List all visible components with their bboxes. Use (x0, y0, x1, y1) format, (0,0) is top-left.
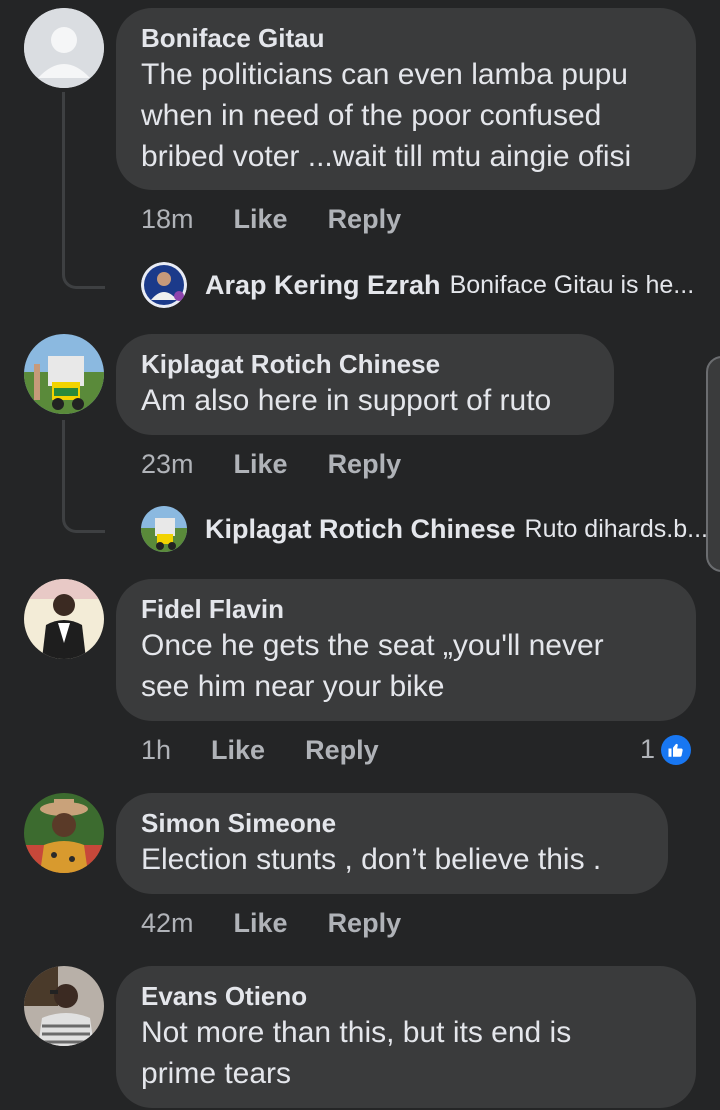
comment-bubble: Kiplagat Rotich Chinese Am also here in … (116, 334, 614, 435)
reply-preview[interactable]: Arap Kering Ezrah Boniface Gitau is he..… (141, 262, 694, 308)
like-button[interactable]: Like (234, 449, 288, 480)
comment-actions: 1h Like Reply (141, 735, 379, 766)
reply-snippet: Boniface Gitau is he... (449, 270, 695, 299)
scrollbar-handle[interactable] (706, 356, 720, 572)
comment-time[interactable]: 42m (141, 908, 194, 939)
comment-bubble: Boniface Gitau The politicians can even … (116, 8, 696, 190)
reply-button[interactable]: Reply (328, 908, 402, 939)
comment-text-line: Once he gets the seat „you'll never (141, 629, 604, 662)
comment-text-line: see him near your bike (141, 670, 445, 703)
avatar[interactable] (24, 8, 104, 88)
avatar (141, 506, 187, 552)
reply-preview[interactable]: Kiplagat Rotich Chinese Ruto dihards.b..… (141, 506, 708, 552)
comment-author[interactable]: Fidel Flavin (141, 593, 670, 625)
comment-time[interactable]: 1h (141, 735, 171, 766)
reply-button[interactable]: Reply (328, 204, 402, 235)
comment-time[interactable]: 18m (141, 204, 194, 235)
reaction-count-label: 1 (640, 734, 656, 764)
comment-author[interactable]: Boniface Gitau (141, 22, 670, 54)
like-button[interactable]: Like (234, 908, 288, 939)
avatar[interactable] (24, 334, 104, 414)
default-avatar-icon (24, 8, 104, 88)
comment-author[interactable]: Evans Otieno (141, 980, 670, 1012)
comment-text-line: Election stunts , don’t believe this . (141, 843, 602, 876)
reply-button[interactable]: Reply (305, 735, 379, 766)
comment-text-line: Not more than this, but its end is (141, 1016, 572, 1049)
comment-bubble: Evans Otieno Not more than this, but its… (116, 966, 696, 1108)
comment-text-line: The politicians can even lamba pupu (141, 58, 628, 91)
comment-time[interactable]: 23m (141, 449, 194, 480)
comment-author[interactable]: Kiplagat Rotich Chinese (141, 348, 588, 380)
reply-button[interactable]: Reply (328, 449, 402, 480)
comment-author[interactable]: Simon Simeone (141, 807, 642, 839)
comment-text-line: prime tears (141, 1057, 292, 1090)
comment-actions: 23m Like Reply (141, 449, 401, 480)
reply-author[interactable]: Arap Kering Ezrah (205, 270, 441, 301)
reply-author[interactable]: Kiplagat Rotich Chinese (205, 514, 516, 545)
avatar (141, 262, 187, 308)
comment-text-line: bribed voter ...wait till mtu aingie ofi… (141, 140, 632, 173)
avatar[interactable] (24, 793, 104, 873)
comment-text-line: when in need of the poor confused (141, 99, 602, 132)
thumbs-up-icon (661, 734, 692, 765)
comment-text-line: Am also here in support of ruto (141, 384, 552, 417)
like-button[interactable]: Like (234, 204, 288, 235)
like-button[interactable]: Like (211, 735, 265, 766)
thread-line (62, 420, 105, 533)
reaction-count[interactable]: 1 (640, 734, 692, 765)
thread-line (62, 92, 105, 289)
comment-actions: 18m Like Reply (141, 204, 401, 235)
avatar[interactable] (24, 966, 104, 1046)
comment-bubble: Simon Simeone Election stunts , don’t be… (116, 793, 668, 894)
comment-bubble: Fidel Flavin Once he gets the seat „you'… (116, 579, 696, 721)
avatar[interactable] (24, 579, 104, 659)
comment-actions: 42m Like Reply (141, 908, 401, 939)
reply-snippet: Ruto dihards.b... (524, 514, 708, 543)
